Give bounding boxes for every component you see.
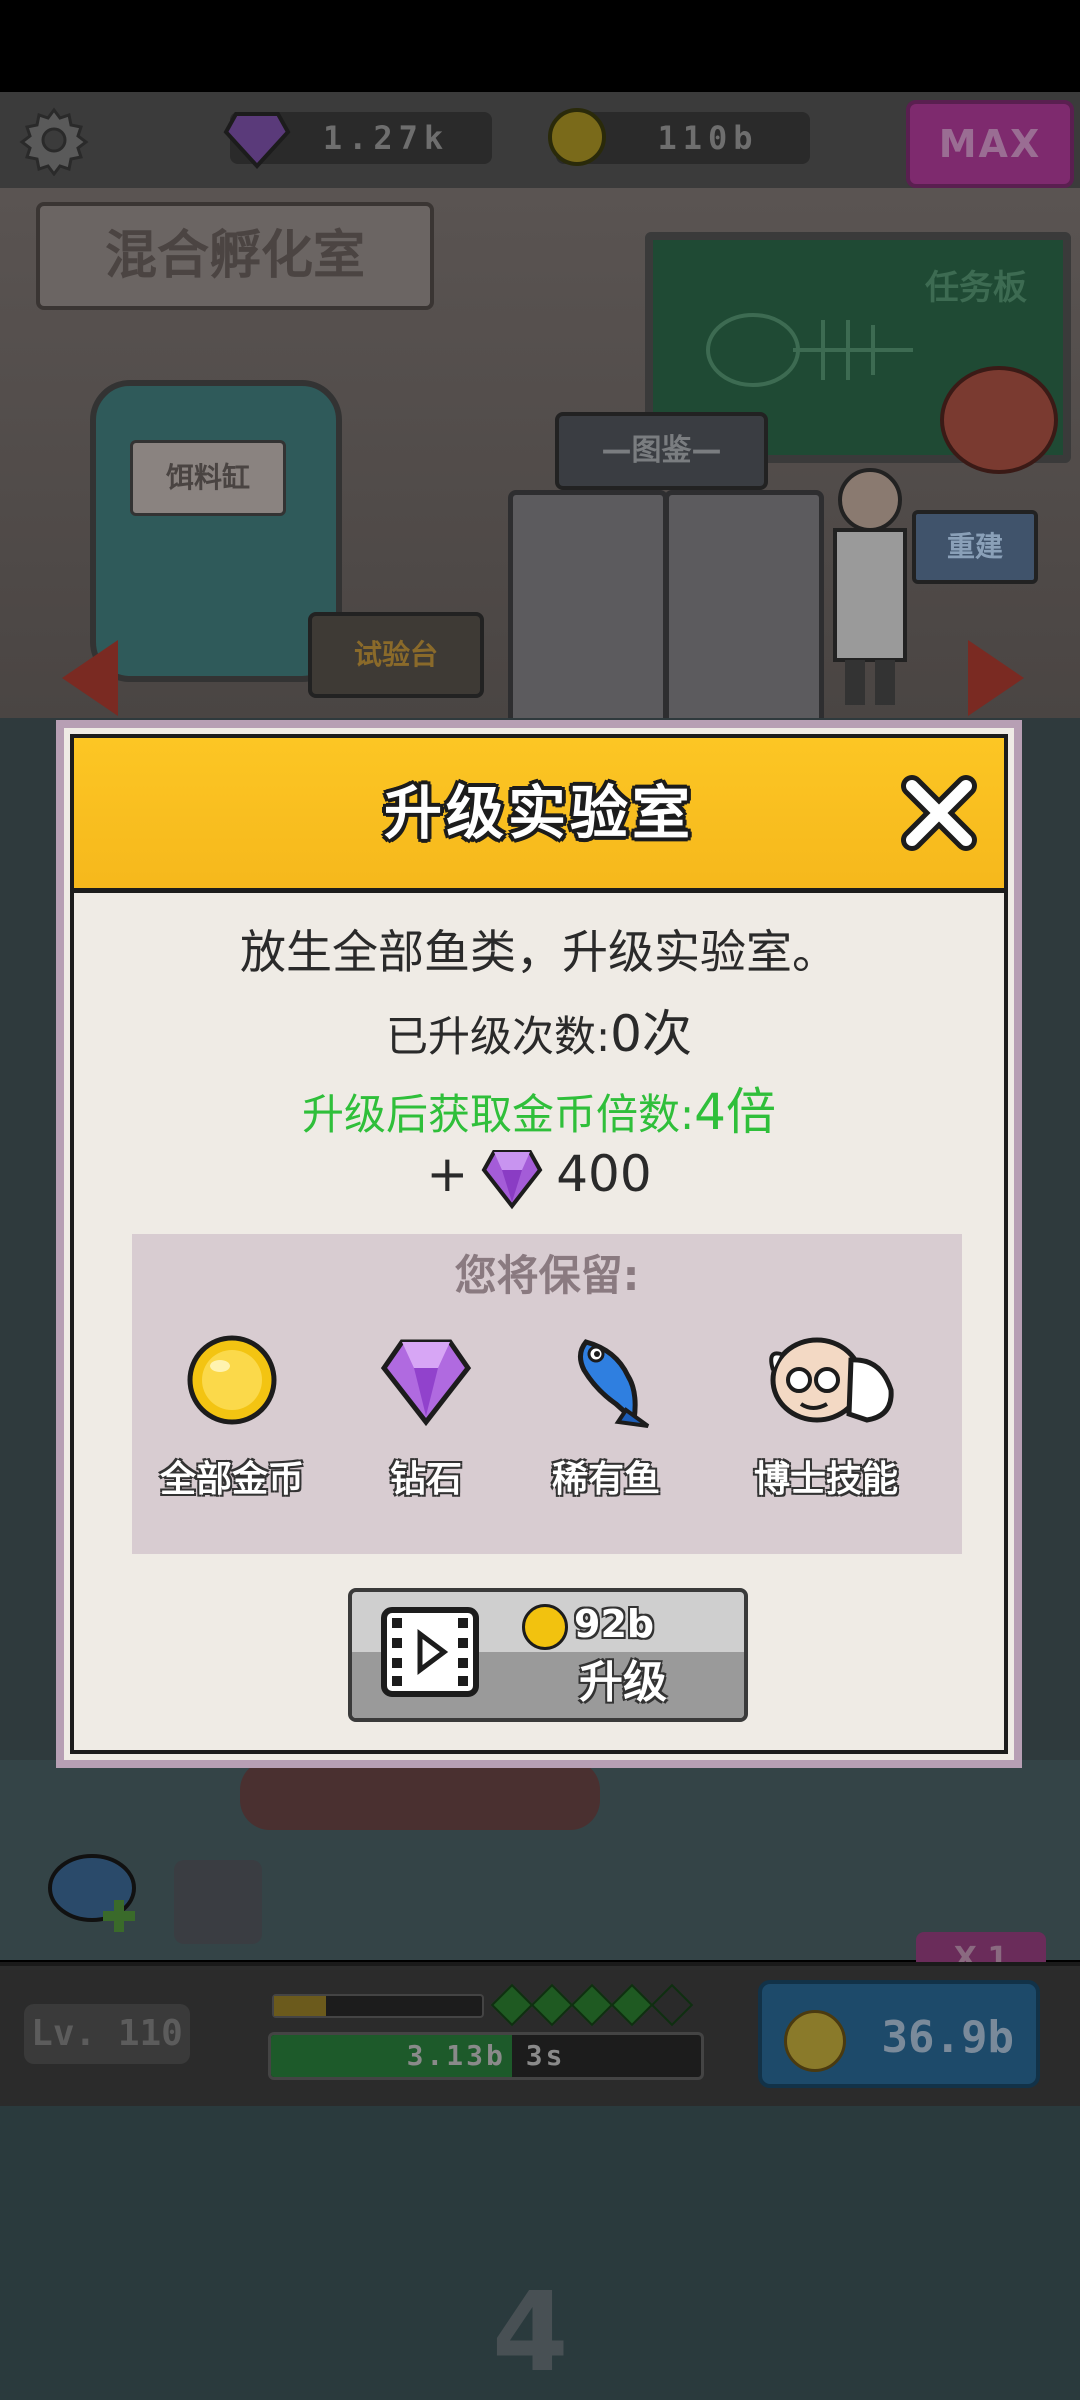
upgrade-count: 已升级次数:0次	[74, 994, 1004, 1066]
upgrade-button-label: 升级	[579, 1657, 667, 1708]
upgrade-button[interactable]: 92b 升级	[348, 1588, 748, 1722]
upgrade-lab-dialog: 升级实验室 放生全部鱼类，升级实验室。 已升级次数:0次 升级后获取金币倍数:4…	[56, 720, 1022, 1768]
scene-prev-arrow-icon[interactable]	[62, 640, 118, 716]
fish-school	[240, 1760, 600, 1880]
rating-diamond-icon	[570, 1983, 614, 2027]
floor-number: 4	[492, 2268, 569, 2396]
diamond-icon	[380, 1339, 472, 1427]
cycle-time-text: 3s	[525, 2039, 566, 2072]
keep-item-doctor-skills: 博士技能	[736, 1330, 916, 1502]
income-progress-text: 3.13b 3s	[271, 2035, 701, 2077]
keep-panel: 您将保留: 全部金币 钻石 稀有鱼 博士技能	[132, 1234, 962, 1554]
rating-diamond-icon	[530, 1983, 574, 2027]
gem-reward-prefix: +	[426, 1145, 469, 1203]
coin-multiplier-value: 4倍	[694, 1083, 776, 1141]
income-progress-bar: 3.13b 3s	[268, 2032, 704, 2080]
coin-icon	[548, 108, 606, 166]
scientist-icon[interactable]	[800, 460, 930, 710]
upgrade-count-label: 已升级次数:	[386, 1012, 611, 1061]
bait-tank-label: 饵料缸	[130, 440, 286, 516]
status-bar	[0, 0, 1080, 92]
dialog-description: 放生全部鱼类，升级实验室。	[240, 925, 838, 979]
dialog-title: 升级实验室	[383, 779, 694, 847]
keep-item-label: 全部金币	[159, 1459, 304, 1500]
gem-reward-amount: 400	[556, 1145, 652, 1203]
video-ad-icon	[381, 1607, 479, 1697]
dialog-body: 升级实验室 放生全部鱼类，升级实验室。 已升级次数:0次 升级后获取金币倍数:4…	[70, 734, 1008, 1754]
coin-rate-text: 3.13b	[406, 2039, 506, 2072]
rating-diamond-icon	[610, 1983, 654, 2027]
testbench[interactable]: 试验台	[308, 612, 484, 698]
keep-item-label: 博士技能	[753, 1459, 898, 1500]
rebuild-screen[interactable]: 重建	[912, 510, 1038, 584]
coin-icon	[784, 2010, 846, 2072]
doctor-icon	[769, 1337, 894, 1423]
keep-item-label: 稀有鱼	[551, 1459, 660, 1500]
level-badge: Lv. 110	[24, 2004, 190, 2064]
rating-diamond-icon	[650, 1983, 694, 2027]
gold-coin-icon	[187, 1335, 277, 1425]
codex-sign[interactable]: —图鉴—	[555, 412, 768, 490]
collect-coins-amount: 36.9b	[881, 2012, 1014, 2063]
small-progress-bar	[272, 1994, 484, 2018]
keep-item-coins: 全部金币	[142, 1330, 322, 1502]
coin-count-text: 110b	[657, 119, 759, 157]
max-button[interactable]: MAX	[906, 100, 1074, 188]
settings-gear-icon[interactable]	[18, 104, 90, 176]
room-label: 混合孵化室	[36, 202, 434, 310]
gem-icon	[223, 112, 291, 169]
upgrade-cost: 92b	[522, 1598, 654, 1650]
gold-coin-icon	[522, 1603, 568, 1650]
machine-left	[508, 490, 668, 740]
diamond-icon	[481, 1149, 543, 1209]
small-progress-fill	[274, 1996, 326, 2016]
coin-multiplier: 升级后获取金币倍数:4倍	[74, 1072, 1004, 1144]
upgrade-count-value: 0次	[610, 1005, 692, 1063]
keep-item-diamonds: 钻石	[336, 1330, 516, 1502]
gem-count-text: 1.27k	[322, 119, 450, 157]
gem-reward: + 400	[74, 1140, 1004, 1209]
close-icon[interactable]	[894, 768, 984, 858]
dialog-header: 升级实验室	[74, 738, 1004, 893]
upgrade-cost-text: 92b	[574, 1602, 655, 1646]
fish-skeleton-icon	[706, 313, 913, 387]
coin-multiplier-label: 升级后获取金币倍数:	[302, 1090, 695, 1139]
idea-bulb-icon[interactable]	[940, 366, 1058, 474]
add-fish-icon[interactable]	[44, 1836, 148, 1936]
scene-next-arrow-icon[interactable]	[968, 640, 1024, 716]
keep-title: 您将保留:	[454, 1251, 640, 1300]
keep-item-label: 钻石	[389, 1459, 462, 1500]
star-rating	[490, 1983, 694, 2027]
keep-item-rare-fish: 稀有鱼	[516, 1330, 696, 1502]
taskboard-label: 任务板	[925, 268, 1027, 308]
bait-tank[interactable]	[90, 380, 342, 682]
rating-diamond-icon	[490, 1983, 534, 2027]
rare-fish-icon	[578, 1339, 650, 1428]
collect-coins-button[interactable]: 36.9b	[758, 1980, 1040, 2088]
